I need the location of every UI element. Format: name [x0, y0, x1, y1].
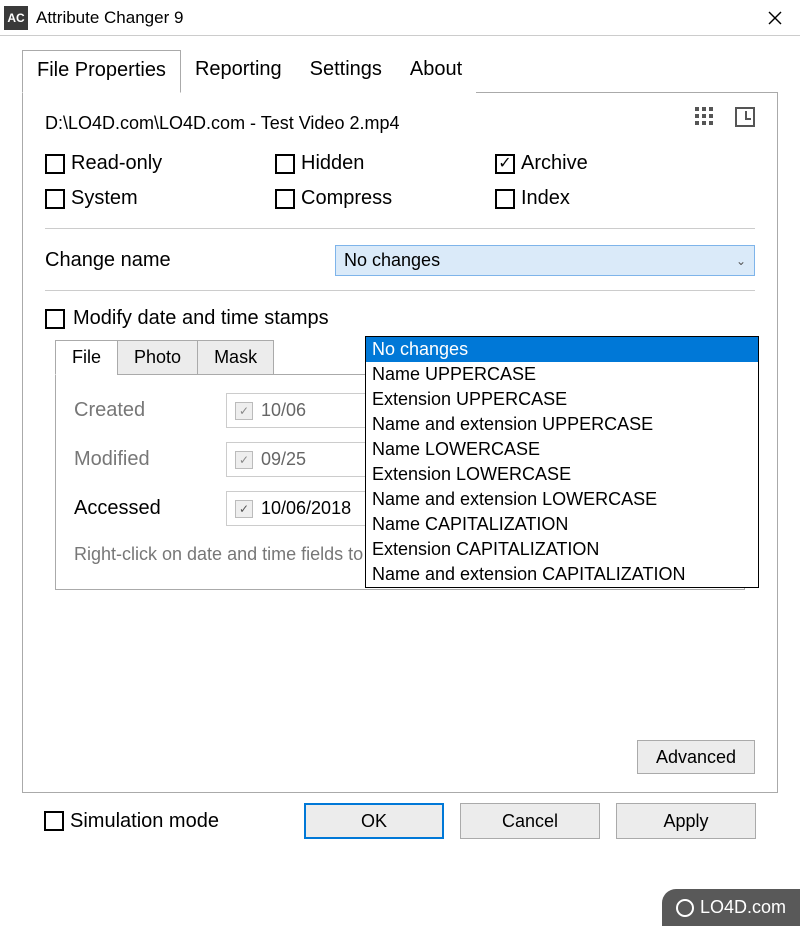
checkbox-read-only[interactable]: Read-only — [45, 152, 255, 175]
divider — [45, 228, 755, 229]
cancel-button[interactable]: Cancel — [460, 803, 600, 839]
check-icon — [495, 154, 515, 174]
watermark: LO4D.com — [662, 889, 800, 926]
change-name-option[interactable]: Extension CAPITALIZATION — [366, 537, 758, 562]
change-name-combo[interactable]: No changes ⌄ — [335, 245, 755, 276]
accessed-date-value: 10/06/2018 — [261, 498, 351, 519]
chevron-down-icon: ⌄ — [736, 254, 746, 268]
clock-icon[interactable] — [735, 107, 755, 127]
change-name-option[interactable]: Extension UPPERCASE — [366, 387, 758, 412]
window-title: Attribute Changer 9 — [36, 8, 183, 28]
checkbox-compress[interactable]: Compress — [275, 187, 475, 210]
label-index: Index — [521, 187, 570, 210]
check-icon — [495, 189, 515, 209]
divider — [45, 290, 755, 291]
modified-date-value: 09/25 — [261, 449, 306, 470]
label-simulation-mode: Simulation mode — [70, 810, 219, 833]
check-icon — [275, 154, 295, 174]
label-hidden: Hidden — [301, 152, 364, 175]
subtab-file[interactable]: File — [55, 340, 118, 375]
app-icon: AC — [4, 6, 28, 30]
apply-button[interactable]: Apply — [616, 803, 756, 839]
subtab-mask[interactable]: Mask — [197, 340, 274, 375]
change-name-option[interactable]: Name and extension CAPITALIZATION — [366, 562, 758, 587]
check-icon — [275, 189, 295, 209]
checkbox-system[interactable]: System — [45, 187, 255, 210]
check-icon: ✓ — [235, 500, 253, 518]
check-icon — [45, 154, 65, 174]
subtab-photo[interactable]: Photo — [117, 340, 198, 375]
checkbox-index[interactable]: Index — [495, 187, 675, 210]
advanced-button[interactable]: Advanced — [637, 740, 755, 774]
watermark-text: LO4D.com — [700, 897, 786, 918]
tab-settings[interactable]: Settings — [296, 50, 396, 93]
change-name-value: No changes — [344, 250, 440, 271]
label-modify-stamps: Modify date and time stamps — [73, 307, 329, 330]
check-icon — [44, 811, 64, 831]
label-archive: Archive — [521, 152, 588, 175]
change-name-option[interactable]: Extension LOWERCASE — [366, 462, 758, 487]
label-modified: Modified — [74, 448, 214, 471]
change-name-option[interactable]: No changes — [366, 337, 758, 362]
file-path: D:\LO4D.com\LO4D.com - Test Video 2.mp4 — [45, 113, 755, 134]
checkbox-simulation-mode[interactable]: Simulation mode — [44, 810, 219, 833]
change-name-option[interactable]: Name LOWERCASE — [366, 437, 758, 462]
check-icon: ✓ — [235, 451, 253, 469]
close-button[interactable] — [750, 0, 800, 36]
tab-about[interactable]: About — [396, 50, 476, 93]
change-name-option[interactable]: Name CAPITALIZATION — [366, 512, 758, 537]
change-name-option[interactable]: Name and extension UPPERCASE — [366, 412, 758, 437]
globe-icon — [676, 899, 694, 917]
change-name-label: Change name — [45, 249, 325, 272]
main-tabs: File Properties Reporting Settings About — [22, 50, 778, 93]
check-icon: ✓ — [235, 402, 253, 420]
change-name-option[interactable]: Name UPPERCASE — [366, 362, 758, 387]
ok-button[interactable]: OK — [304, 803, 444, 839]
checkbox-hidden[interactable]: Hidden — [275, 152, 475, 175]
created-date-value: 10/06 — [261, 400, 306, 421]
change-name-option[interactable]: Name and extension LOWERCASE — [366, 487, 758, 512]
checkbox-archive[interactable]: Archive — [495, 152, 675, 175]
label-created: Created — [74, 399, 214, 422]
label-compress: Compress — [301, 187, 392, 210]
grid-view-icon[interactable] — [695, 107, 717, 129]
label-read-only: Read-only — [71, 152, 162, 175]
change-name-dropdown[interactable]: No changesName UPPERCASEExtension UPPERC… — [365, 336, 759, 588]
tab-reporting[interactable]: Reporting — [181, 50, 296, 93]
checkbox-modify-stamps[interactable] — [45, 309, 65, 329]
label-system: System — [71, 187, 138, 210]
label-accessed: Accessed — [74, 497, 214, 520]
check-icon — [45, 189, 65, 209]
close-icon — [768, 11, 782, 25]
tab-file-properties[interactable]: File Properties — [22, 50, 181, 93]
titlebar: AC Attribute Changer 9 — [0, 0, 800, 36]
